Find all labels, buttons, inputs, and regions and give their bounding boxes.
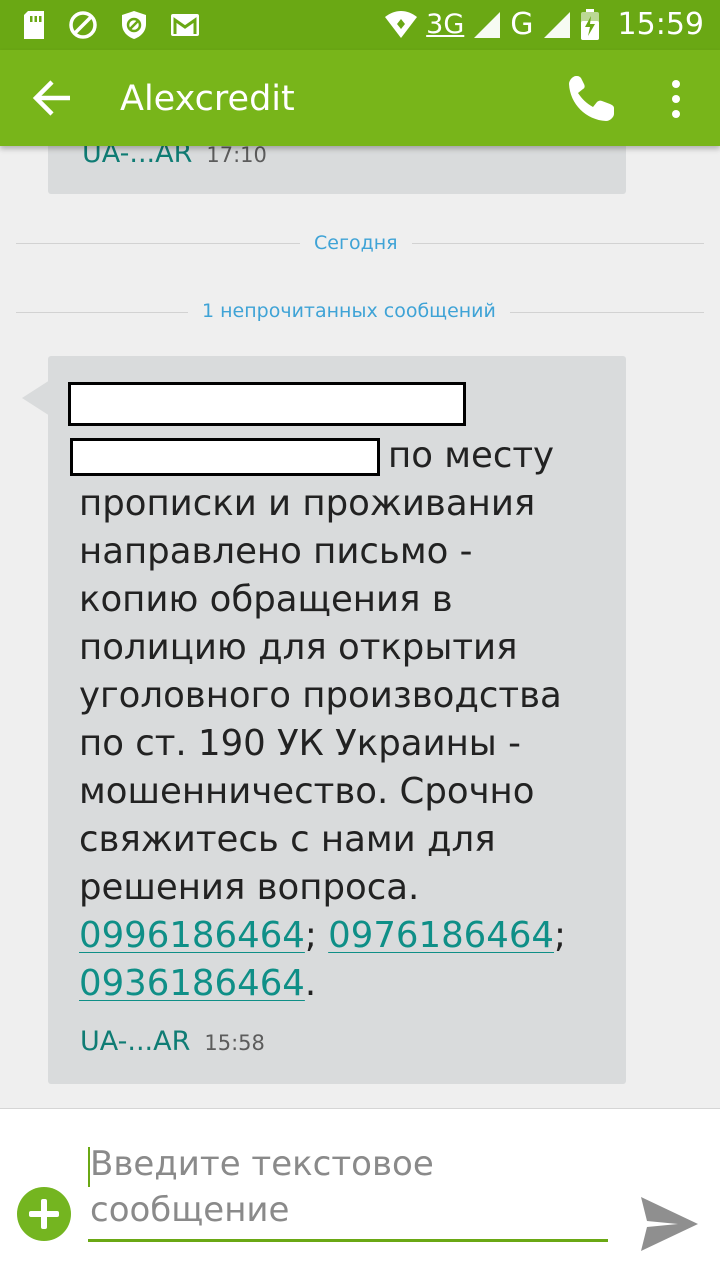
status-time: 15:59 bbox=[617, 7, 704, 42]
message-text-line: уголовного производства bbox=[79, 675, 562, 716]
message-text-line: прописки и проживания bbox=[79, 483, 536, 524]
phone-number-link[interactable]: 0936186464 bbox=[79, 963, 305, 1004]
sim-icon bbox=[24, 11, 44, 39]
phone-separator: ; bbox=[554, 915, 566, 956]
message-text-line: по месту bbox=[388, 435, 555, 476]
message-input-underline bbox=[88, 1239, 608, 1242]
signal-icon bbox=[474, 12, 501, 38]
message-bubble-tail bbox=[22, 380, 50, 416]
redacted-text-block bbox=[70, 438, 380, 476]
message-time: 15:58 bbox=[204, 1031, 265, 1055]
send-icon[interactable] bbox=[638, 1195, 700, 1253]
network-type-secondary: G bbox=[510, 7, 534, 42]
message-time: 17:10 bbox=[206, 143, 267, 167]
message-sender: UA-...AR bbox=[80, 1026, 191, 1057]
back-arrow-icon[interactable] bbox=[30, 76, 78, 120]
message-text-line: полицию для открытия bbox=[79, 627, 518, 668]
phone-separator: ; bbox=[304, 915, 317, 956]
blocked-icon bbox=[69, 11, 97, 39]
network-type-primary: 3G bbox=[426, 9, 465, 40]
message-text-line: направлено письмо - bbox=[79, 531, 473, 572]
app-bar: Alexcredit bbox=[0, 50, 720, 146]
phone-number-link[interactable]: 0976186464 bbox=[328, 915, 554, 956]
message-text-line: свяжитесь с нами для bbox=[79, 819, 496, 860]
date-divider-label: Сегодня bbox=[300, 232, 412, 254]
signal-icon-secondary bbox=[543, 12, 570, 38]
redacted-text-block bbox=[68, 382, 466, 426]
phone-icon[interactable] bbox=[564, 72, 618, 126]
wifi-icon bbox=[385, 11, 418, 38]
more-vert-icon[interactable] bbox=[664, 78, 688, 120]
add-icon[interactable] bbox=[17, 1187, 71, 1241]
shield-icon bbox=[122, 11, 146, 39]
message-text-line: решения вопроса. bbox=[79, 867, 420, 908]
message-meta: UA-...AR 15:58 bbox=[80, 1026, 265, 1057]
message-phone-line: 0996186464; 0976186464; bbox=[79, 912, 566, 960]
message-text-line: по ст. 190 УК Украины - bbox=[79, 723, 521, 764]
phone-terminator: . bbox=[304, 963, 317, 1004]
message-phone-line: 0936186464. bbox=[79, 960, 316, 1008]
message-text-line: копию обращения в bbox=[79, 579, 453, 620]
message-composer: Введите текстовое сообщение bbox=[0, 1108, 720, 1280]
message-text-line: мошенничество. Срочно bbox=[79, 771, 535, 812]
battery-charging-icon bbox=[580, 9, 599, 40]
message-input-placeholder: Введите текстовое сообщение bbox=[90, 1144, 434, 1230]
message-input[interactable]: Введите текстовое сообщение bbox=[88, 1139, 608, 1243]
phone-number-link[interactable]: 0996186464 bbox=[79, 915, 305, 956]
gmail-icon bbox=[171, 14, 199, 36]
status-bar: 3G G 15:59 bbox=[0, 0, 720, 50]
conversation-title: Alexcredit bbox=[120, 79, 295, 119]
unread-divider-label: 1 непрочитанных сообщений bbox=[188, 300, 510, 322]
